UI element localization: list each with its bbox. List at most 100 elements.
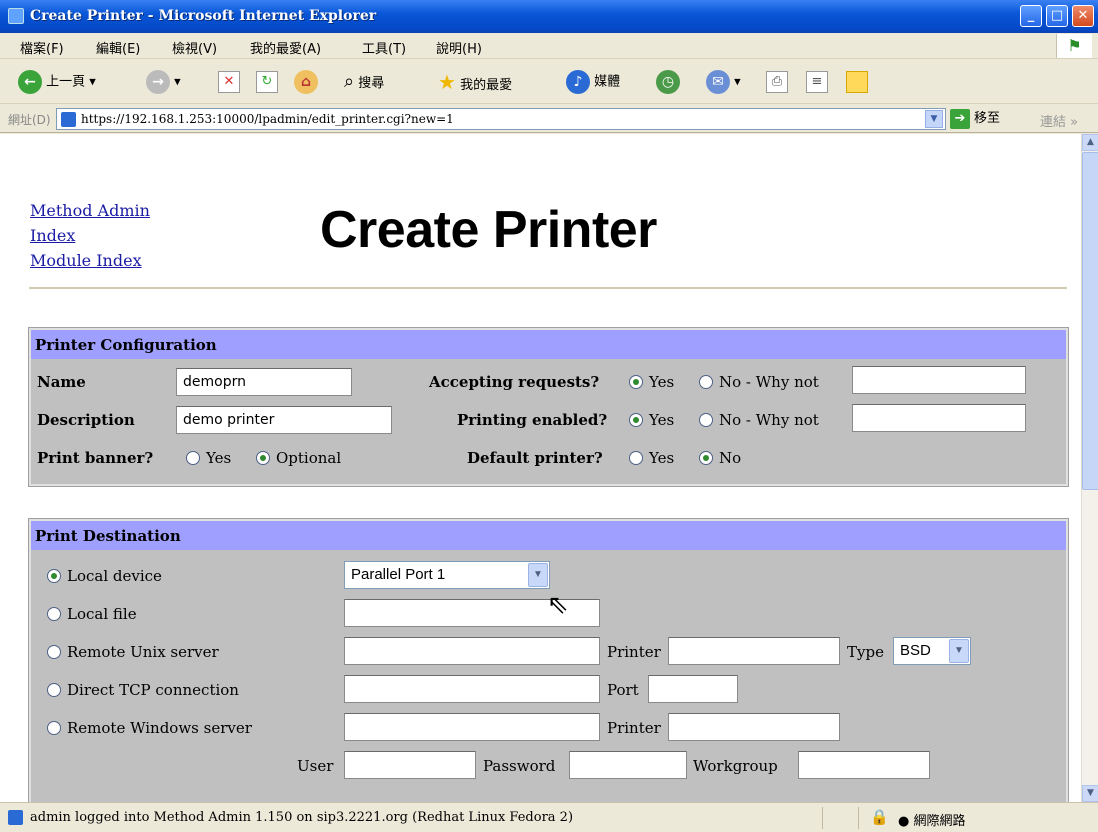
links-button[interactable]: 連結 » [1040, 111, 1078, 130]
accepting-no-option[interactable]: No - Why not [699, 369, 819, 395]
address-dropdown-icon[interactable]: ▼ [925, 110, 943, 128]
edit-button[interactable]: ≡ [806, 70, 828, 94]
printing-no-radio[interactable] [699, 413, 713, 427]
description-field[interactable] [176, 406, 392, 434]
chevron-down-icon[interactable]: ▼ [528, 563, 548, 587]
media-button[interactable]: ♪ 媒體 [566, 70, 620, 94]
forward-arrow-icon: → [146, 70, 170, 94]
remote-unix-radio[interactable] [47, 645, 61, 659]
default-yes-radio[interactable] [629, 451, 643, 465]
default-no-label: No [719, 449, 742, 467]
menu-edit[interactable]: 編輯(E) [96, 38, 140, 57]
favorites-button[interactable]: ★ 我的最愛 [438, 70, 512, 94]
windows-user-field[interactable] [344, 751, 476, 779]
local-device-option[interactable]: Local device [47, 563, 162, 589]
windows-workgroup-field[interactable] [798, 751, 930, 779]
accepting-why-field[interactable] [852, 366, 1026, 394]
address-bar: 網址(D) https://192.168.1.253:10000/lpadmi… [0, 105, 1098, 133]
nav-links: Method Admin Index Module Index [30, 198, 150, 273]
refresh-icon: ↻ [256, 70, 278, 93]
print-button[interactable]: ⎙ [766, 70, 788, 94]
accepting-yes-radio[interactable] [629, 375, 643, 389]
printing-why-field[interactable] [852, 404, 1026, 432]
description-label: Description [37, 411, 135, 429]
star-icon: ★ [438, 70, 456, 94]
link-module-index[interactable]: Module Index [30, 248, 150, 273]
home-button[interactable]: ⌂ [294, 70, 318, 94]
name-field[interactable] [176, 368, 352, 396]
banner-optional-option[interactable]: Optional [256, 445, 341, 471]
default-yes-option[interactable]: Yes [629, 445, 674, 471]
printing-yes-option[interactable]: Yes [629, 407, 674, 433]
refresh-button[interactable]: ↻ [256, 70, 278, 94]
banner-optional-label: Optional [276, 449, 342, 467]
local-file-label: Local file [67, 605, 137, 623]
chevron-down-icon[interactable]: ▼ [949, 639, 969, 663]
remote-unix-label: Remote Unix server [67, 643, 219, 661]
direct-tcp-radio[interactable] [47, 683, 61, 697]
close-button[interactable]: ✕ [1072, 5, 1094, 27]
minimize-button[interactable]: _ [1020, 5, 1042, 27]
local-device-select[interactable]: Parallel Port 1 ▼ [344, 561, 550, 589]
local-file-option[interactable]: Local file [47, 601, 137, 627]
banner-yes-radio[interactable] [186, 451, 200, 465]
scroll-thumb[interactable] [1082, 152, 1098, 490]
accepting-yes-option[interactable]: Yes [629, 369, 674, 395]
menu-tools[interactable]: 工具(T) [362, 38, 406, 57]
print-destination-panel: Print Destination Local device Parallel … [29, 519, 1068, 802]
type-select[interactable]: BSD ▼ [893, 637, 971, 665]
scroll-up-icon[interactable]: ▲ [1082, 134, 1098, 151]
tcp-host-field[interactable] [344, 675, 600, 703]
menu-view[interactable]: 檢視(V) [172, 38, 217, 57]
link-index[interactable]: Index [30, 223, 150, 248]
security-zone: ● 網際網路 [898, 814, 966, 829]
direct-tcp-label: Direct TCP connection [67, 681, 239, 699]
type-value: BSD [900, 642, 931, 659]
search-button[interactable]: ⌕ 搜尋 [344, 70, 384, 94]
link-method-admin[interactable]: Method Admin [30, 198, 150, 223]
menu-favorites[interactable]: 我的最愛(A) [250, 38, 321, 57]
media-label: 媒體 [594, 74, 621, 90]
local-file-radio[interactable] [47, 607, 61, 621]
mail-button[interactable]: ✉ ▾ [706, 70, 741, 94]
messenger-button[interactable] [846, 70, 868, 94]
go-button[interactable]: ➔ 移至 [950, 108, 1000, 130]
address-url: https://192.168.1.253:10000/lpadmin/edit… [81, 112, 454, 126]
direct-tcp-option[interactable]: Direct TCP connection [47, 677, 239, 703]
remote-windows-option[interactable]: Remote Windows server [47, 715, 252, 741]
address-input[interactable]: https://192.168.1.253:10000/lpadmin/edit… [56, 108, 946, 130]
windows-printer-field[interactable] [668, 713, 840, 741]
scroll-down-icon[interactable]: ▼ [1082, 785, 1098, 802]
windows-server-field[interactable] [344, 713, 600, 741]
accepting-no-radio[interactable] [699, 375, 713, 389]
remote-unix-option[interactable]: Remote Unix server [47, 639, 219, 665]
banner-yes-option[interactable]: Yes [186, 445, 231, 471]
printing-no-option[interactable]: No - Why not [699, 407, 819, 433]
default-no-radio[interactable] [699, 451, 713, 465]
printing-yes-radio[interactable] [629, 413, 643, 427]
address-label: 網址(D) [8, 113, 51, 127]
local-device-radio[interactable] [47, 569, 61, 583]
remote-unix-server-field[interactable] [344, 637, 600, 665]
default-no-option[interactable]: No [699, 445, 741, 471]
print-banner-label: Print banner? [37, 449, 154, 467]
remote-windows-label: Remote Windows server [67, 719, 252, 737]
maximize-button[interactable]: □ [1046, 5, 1068, 27]
history-button[interactable]: ◷ [656, 70, 680, 94]
windows-password-field[interactable] [569, 751, 687, 779]
vertical-scrollbar[interactable]: ▲ ▼ [1081, 134, 1098, 802]
remote-windows-radio[interactable] [47, 721, 61, 735]
stop-button[interactable]: ✕ [218, 70, 240, 94]
menu-help[interactable]: 說明(H) [436, 38, 482, 57]
go-arrow-icon: ➔ [950, 108, 970, 129]
unix-printer-field[interactable] [668, 637, 840, 665]
forward-button[interactable]: → ▾ [146, 70, 181, 94]
status-bar: admin logged into Method Admin 1.150 on … [0, 802, 1098, 832]
banner-optional-radio[interactable] [256, 451, 270, 465]
menu-file[interactable]: 檔案(F) [20, 38, 64, 57]
title-bar[interactable]: Create Printer - Microsoft Internet Expl… [0, 0, 1098, 33]
back-button[interactable]: ← 上一頁 ▾ [18, 70, 96, 94]
tcp-port-field[interactable] [648, 675, 738, 703]
printing-no-label: No - Why not [719, 411, 819, 429]
back-arrow-icon: ← [18, 70, 42, 94]
